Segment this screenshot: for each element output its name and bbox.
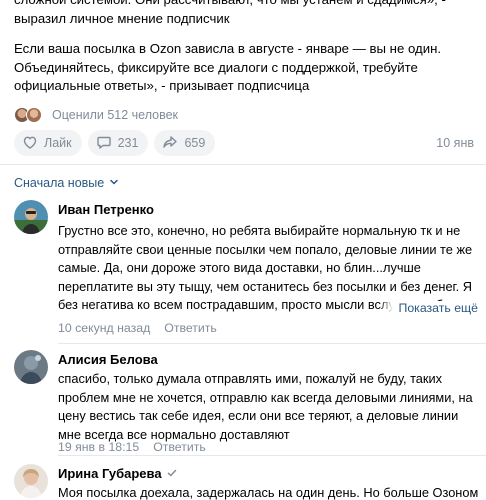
comment-author[interactable]: Алисия Белова <box>58 352 158 367</box>
avatar[interactable] <box>14 350 48 384</box>
comment-item: Иван Петренко Грустно все это, конечно, … <box>14 200 486 340</box>
comment-author-name: Ирина Губарева <box>58 466 162 481</box>
comment-text: спасибо, только думала отправлять ими, п… <box>58 371 473 442</box>
verified-icon <box>166 467 178 479</box>
like-button[interactable]: Лайк <box>14 130 82 156</box>
comment-text: Моя посылка доехала, задержалась на один… <box>58 485 479 500</box>
divider <box>0 164 486 165</box>
comment-item: Алисия Белова спасибо, только думала отп… <box>14 350 486 460</box>
chevron-down-icon <box>109 176 119 190</box>
rated-count-label[interactable]: Оценили 512 человек <box>52 108 178 122</box>
post-actions: Лайк 231 659 <box>14 130 216 156</box>
reply-button[interactable]: Ответить <box>153 440 206 454</box>
like-label: Лайк <box>44 136 72 150</box>
comment-item: Ирина Губарева Моя посылка доехала, заде… <box>14 464 486 500</box>
reactor-avatar <box>26 107 42 123</box>
sort-label: Сначала новые <box>14 176 105 190</box>
comments-button[interactable]: 231 <box>87 130 149 156</box>
share-icon <box>162 134 178 153</box>
comment-meta: 10 секунд назад Ответить <box>58 321 217 335</box>
post-paragraph-1: сложной системой. Они рассчитывают, что … <box>14 0 446 26</box>
shares-count: 659 <box>184 136 206 150</box>
heart-icon <box>22 134 38 153</box>
comment-author[interactable]: Ирина Губарева <box>58 466 178 481</box>
show-more-link[interactable]: Показать ещё <box>378 301 478 315</box>
comments-count: 231 <box>117 136 139 150</box>
avatar[interactable] <box>14 200 48 234</box>
comment-time[interactable]: 19 янв в 18:15 <box>58 440 139 454</box>
avatar[interactable] <box>14 464 48 498</box>
reactors-row[interactable]: Оценили 512 человек <box>14 106 178 124</box>
comment-author[interactable]: Иван Петренко <box>58 202 154 217</box>
reply-button[interactable]: Ответить <box>164 321 217 335</box>
divider <box>58 343 486 344</box>
divider <box>58 455 486 456</box>
comment-meta: 19 янв в 18:15 Ответить <box>58 440 206 454</box>
share-button[interactable]: 659 <box>154 130 216 156</box>
post-time[interactable]: 10 янв <box>436 136 474 150</box>
post-paragraph-2: Если ваша посылка в Ozon зависла в авгус… <box>14 41 442 93</box>
sort-dropdown[interactable]: Сначала новые <box>14 176 119 190</box>
comment-time[interactable]: 10 секунд назад <box>58 321 150 335</box>
comment-icon <box>96 134 112 153</box>
